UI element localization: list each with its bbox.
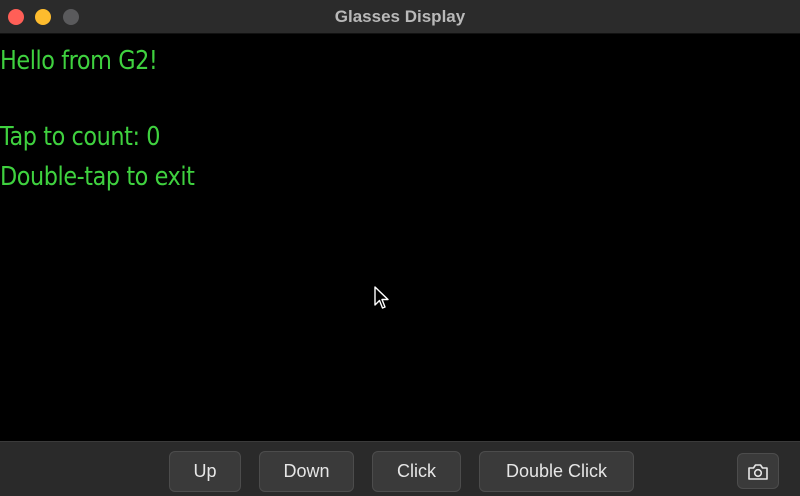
screenshot-button[interactable]	[737, 453, 779, 489]
control-toolbar: Up Down Click Double Click	[0, 441, 800, 496]
up-button[interactable]: Up	[169, 451, 241, 492]
window-title: Glasses Display	[334, 7, 466, 26]
glasses-display-area[interactable]: Hello from G2! Tap to count: 0 Double-ta…	[0, 34, 800, 441]
double-click-button[interactable]: Double Click	[479, 451, 634, 492]
down-button[interactable]: Down	[259, 451, 354, 492]
display-line-tap-count: Tap to count: 0	[0, 122, 161, 152]
glasses-display-window: Glasses Display Hello from G2! Tap to co…	[0, 0, 800, 496]
click-button[interactable]: Click	[372, 451, 461, 492]
display-line-greeting: Hello from G2!	[0, 46, 158, 76]
camera-icon	[748, 464, 768, 481]
display-line-exit-hint: Double-tap to exit	[0, 162, 195, 192]
title-bar[interactable]: Glasses Display	[0, 0, 800, 34]
mouse-pointer-icon	[374, 286, 389, 309]
